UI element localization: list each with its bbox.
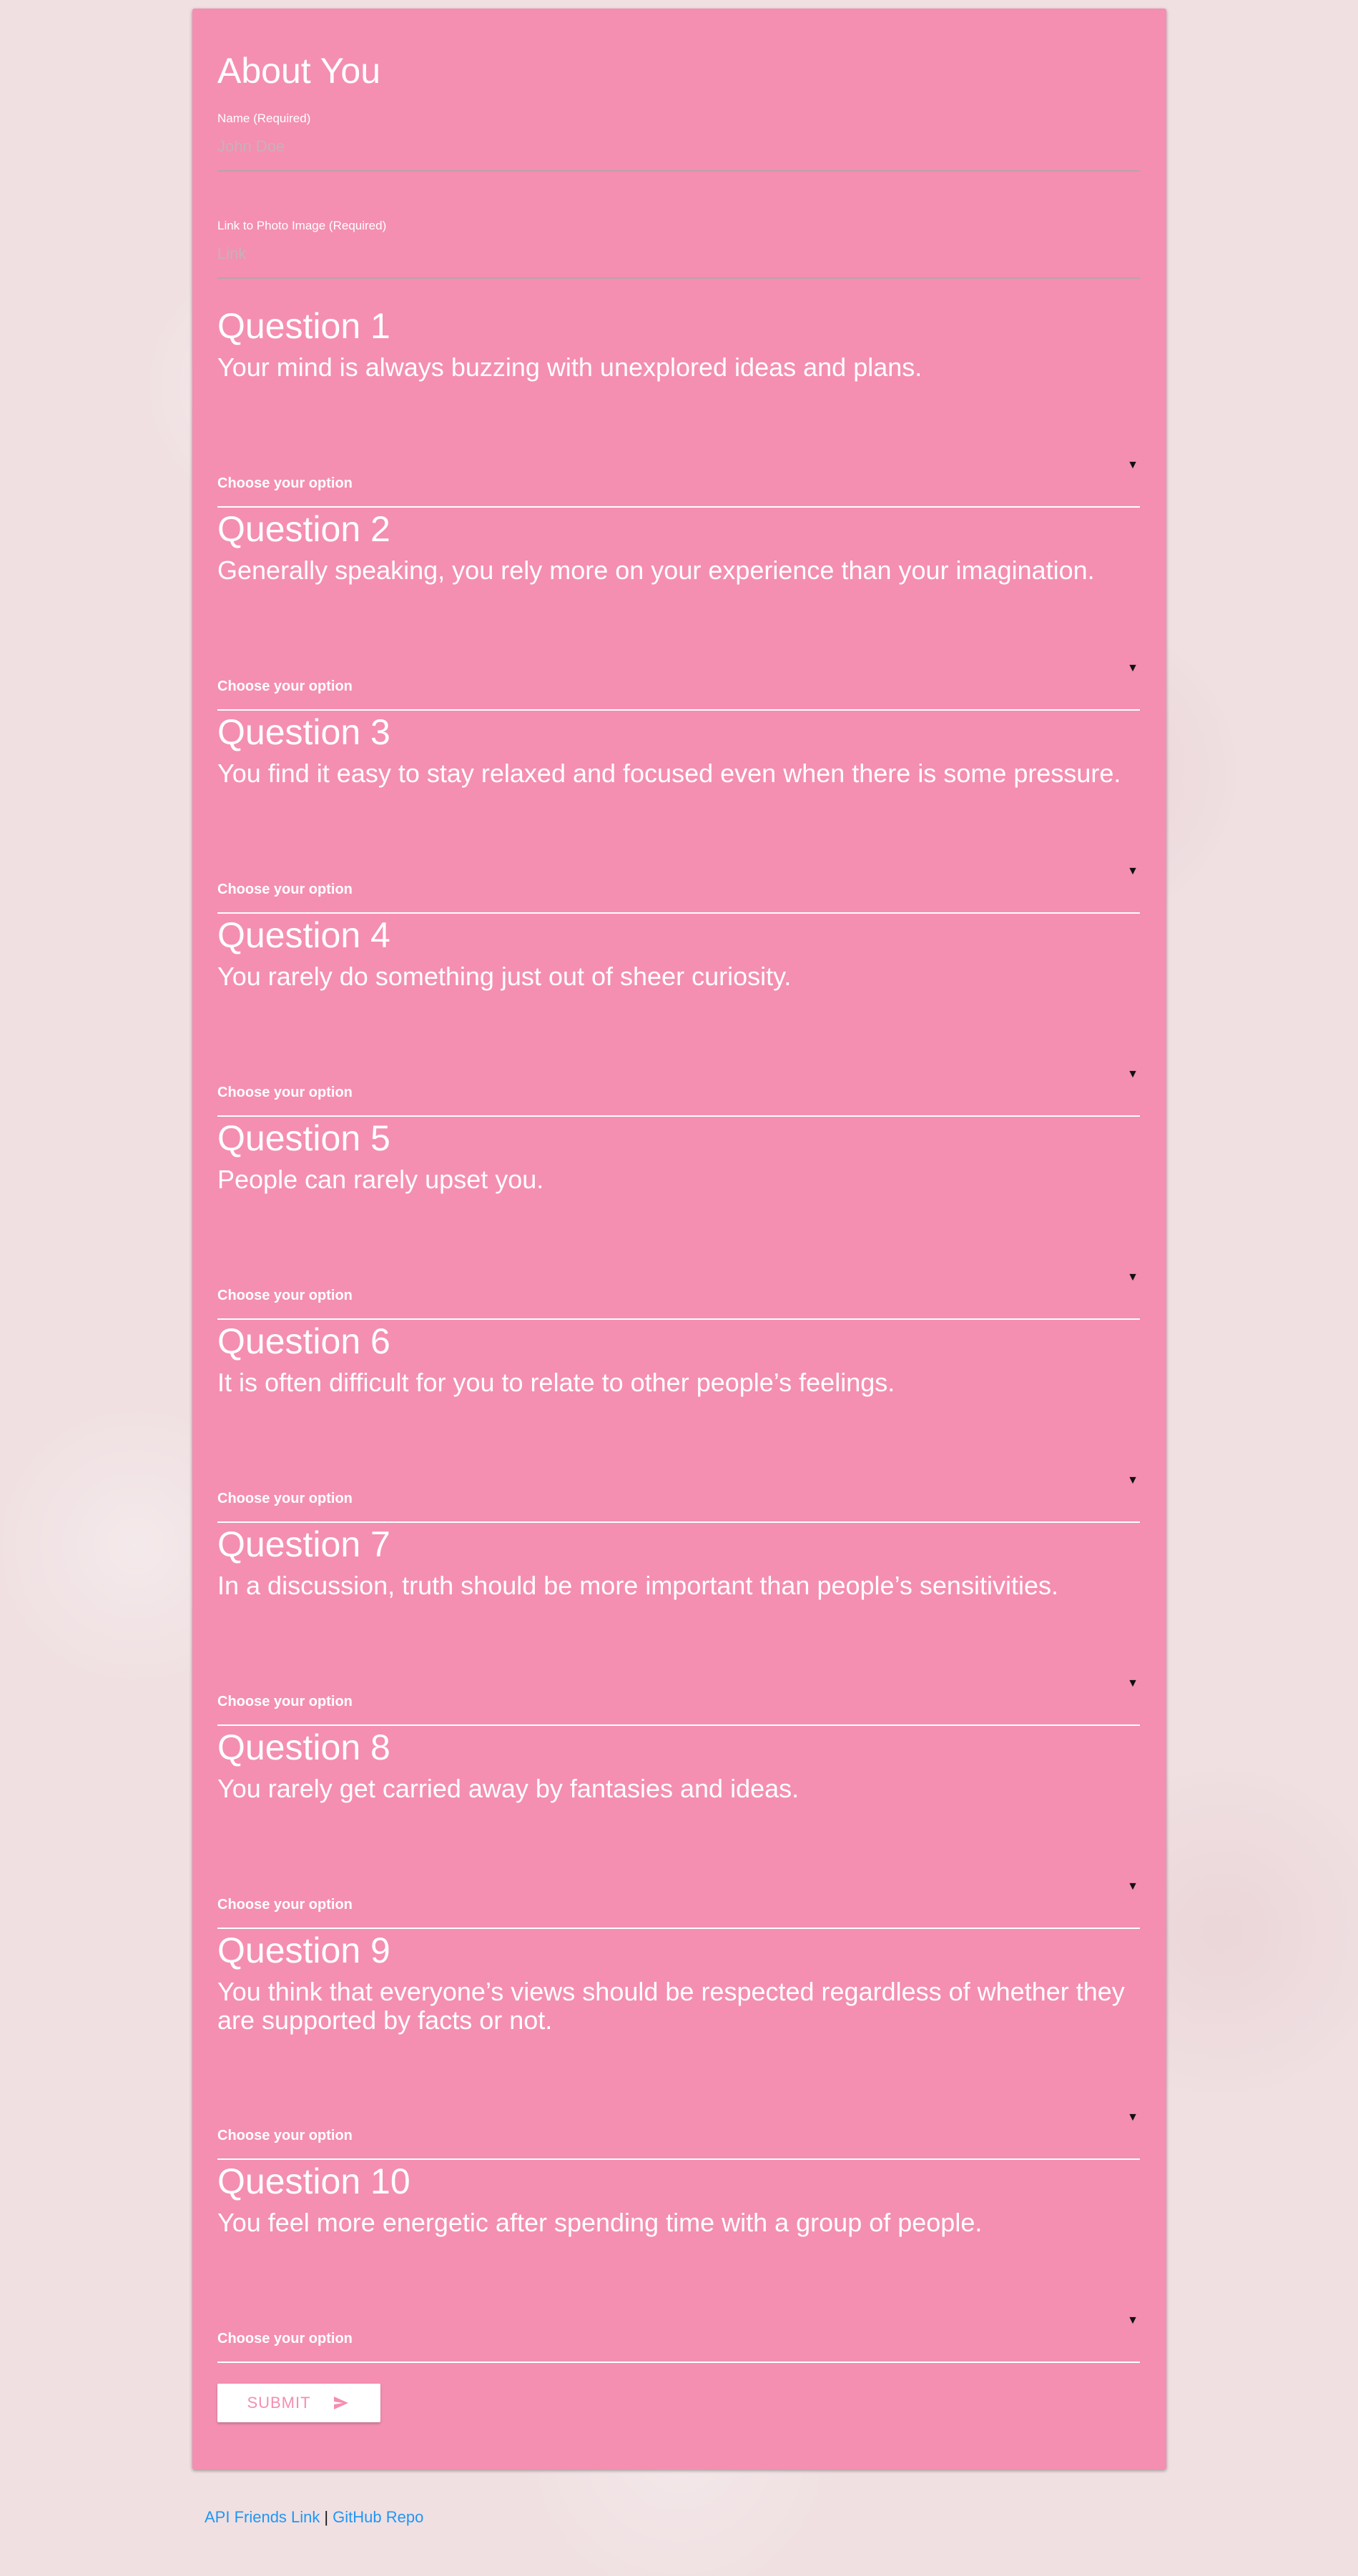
submit-label: SUBMIT xyxy=(247,2394,311,2412)
select-value: Choose your option xyxy=(217,1694,353,1709)
caret-down-icon: ▼ xyxy=(1127,1271,1138,1283)
question-3-select[interactable]: Choose your option ▼ xyxy=(217,859,1140,914)
photo-link-label: Link to Photo Image (Required) xyxy=(217,219,387,232)
name-field-group: Name (Required) xyxy=(217,112,1140,197)
select-value: Choose your option xyxy=(217,678,353,694)
select-value: Choose your option xyxy=(217,1491,353,1506)
question-title: Question 10 xyxy=(217,2161,410,2201)
photo-field-group: Link to Photo Image (Required) xyxy=(217,219,1140,305)
github-repo-link[interactable]: GitHub Repo xyxy=(333,2508,423,2526)
question-9: Question 9 You think that everyone’s vie… xyxy=(217,1929,1140,2160)
question-9-select[interactable]: Choose your option ▼ xyxy=(217,2106,1140,2160)
api-friends-link[interactable]: API Friends Link xyxy=(205,2508,320,2526)
question-title: Question 7 xyxy=(217,1524,390,1564)
question-4: Question 4 You rarely do something just … xyxy=(217,914,1140,1117)
select-value: Choose your option xyxy=(217,882,353,897)
question-title: Question 2 xyxy=(217,509,390,549)
select-value: Choose your option xyxy=(217,1085,353,1100)
question-title: Question 1 xyxy=(217,306,390,346)
question-text: You rarely do something just out of shee… xyxy=(217,962,792,991)
question-5: Question 5 People can rarely upset you. … xyxy=(217,1117,1140,1320)
submit-button[interactable]: SUBMIT xyxy=(217,2384,380,2422)
question-6: Question 6 It is often difficult for you… xyxy=(217,1320,1140,1523)
name-label: Name (Required) xyxy=(217,112,311,125)
question-title: Question 5 xyxy=(217,1118,390,1158)
select-value: Choose your option xyxy=(217,2128,353,2143)
question-5-select[interactable]: Choose your option ▼ xyxy=(217,1265,1140,1320)
footer-separator: | xyxy=(324,2508,329,2526)
question-1: Question 1 Your mind is always buzzing w… xyxy=(217,305,1140,508)
question-text: People can rarely upset you. xyxy=(217,1165,544,1194)
name-input[interactable] xyxy=(217,133,1140,172)
question-text: You rarely get carried away by fantasies… xyxy=(217,1774,799,1803)
caret-down-icon: ▼ xyxy=(1127,1474,1138,1486)
question-text: Generally speaking, you rely more on you… xyxy=(217,556,1095,585)
caret-down-icon: ▼ xyxy=(1127,1068,1138,1080)
question-6-select[interactable]: Choose your option ▼ xyxy=(217,1469,1140,1523)
caret-down-icon: ▼ xyxy=(1127,662,1138,674)
question-1-select[interactable]: Choose your option ▼ xyxy=(217,453,1140,508)
question-2-select[interactable]: Choose your option ▼ xyxy=(217,656,1140,711)
question-10: Question 10 You feel more energetic afte… xyxy=(217,2160,1140,2363)
question-7-select[interactable]: Choose your option ▼ xyxy=(217,1672,1140,1726)
question-title: Question 6 xyxy=(217,1321,390,1361)
caret-down-icon: ▼ xyxy=(1127,1880,1138,1892)
question-title: Question 9 xyxy=(217,1930,390,1970)
photo-link-input[interactable] xyxy=(217,240,1140,279)
caret-down-icon: ▼ xyxy=(1127,459,1138,471)
select-value: Choose your option xyxy=(217,1897,353,1913)
question-7: Question 7 In a discussion, truth should… xyxy=(217,1523,1140,1726)
question-text: You feel more energetic after spending t… xyxy=(217,2208,983,2237)
question-text: You think that everyone’s views should b… xyxy=(217,1977,1125,2035)
question-title: Question 3 xyxy=(217,712,390,752)
question-2: Question 2 Generally speaking, you rely … xyxy=(217,508,1140,711)
question-text: Your mind is always buzzing with unexplo… xyxy=(217,352,922,382)
caret-down-icon: ▼ xyxy=(1127,1677,1138,1689)
question-8: Question 8 You rarely get carried away b… xyxy=(217,1726,1140,1929)
question-title: Question 8 xyxy=(217,1727,390,1767)
question-3: Question 3 You find it easy to stay rela… xyxy=(217,711,1140,914)
question-text: It is often difficult for you to relate … xyxy=(217,1368,895,1397)
select-value: Choose your option xyxy=(217,475,353,491)
send-icon xyxy=(333,2397,348,2409)
question-title: Question 4 xyxy=(217,915,390,955)
caret-down-icon: ▼ xyxy=(1127,2314,1138,2326)
question-text: You find it easy to stay relaxed and foc… xyxy=(217,759,1121,788)
question-8-select[interactable]: Choose your option ▼ xyxy=(217,1875,1140,1929)
select-value: Choose your option xyxy=(217,2331,353,2346)
survey-form-card: About You Name (Required) Link to Photo … xyxy=(192,9,1166,2469)
select-value: Choose your option xyxy=(217,1288,353,1303)
question-10-select[interactable]: Choose your option ▼ xyxy=(217,2309,1140,2363)
footer: API Friends Link | GitHub Repo xyxy=(205,2508,423,2527)
caret-down-icon: ▼ xyxy=(1127,2111,1138,2123)
about-you-heading: About You xyxy=(217,51,381,91)
question-4-select[interactable]: Choose your option ▼ xyxy=(217,1062,1140,1117)
caret-down-icon: ▼ xyxy=(1127,865,1138,877)
question-text: In a discussion, truth should be more im… xyxy=(217,1571,1058,1600)
